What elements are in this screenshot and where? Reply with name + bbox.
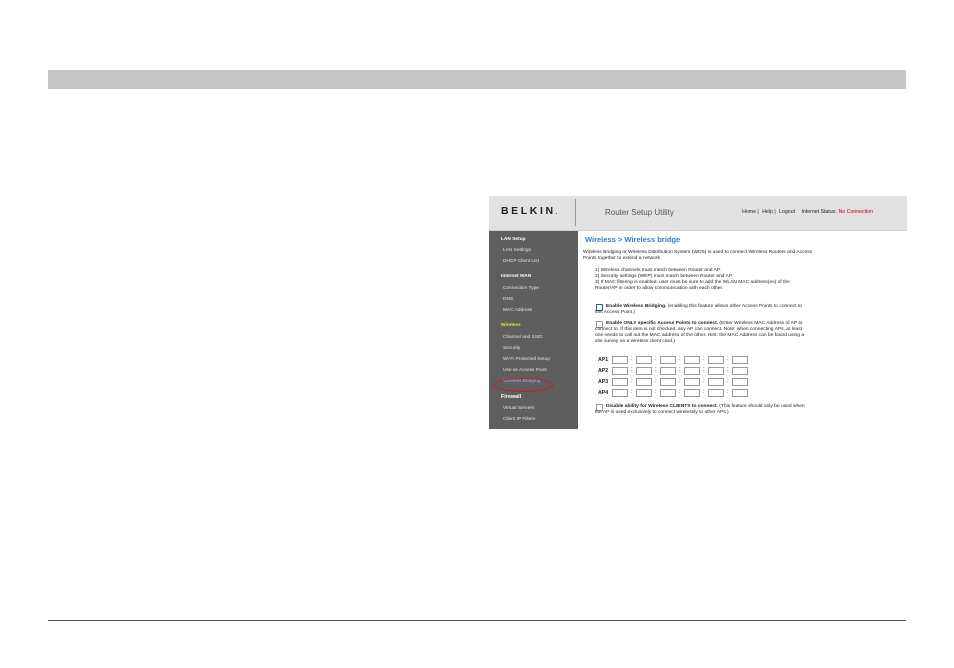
sidebar-item-client-ip-filters[interactable]: Client IP Filters [503, 417, 535, 422]
ap-mac-octet-input[interactable] [612, 389, 628, 397]
ap-mac-octet-input[interactable] [708, 356, 724, 364]
home-link[interactable]: Home | [742, 209, 759, 215]
ap-mac-octet-input[interactable] [684, 356, 700, 364]
sidebar-item-virtual-servers[interactable]: Virtual Servers [503, 406, 534, 411]
ap-label: AP4 [598, 390, 609, 396]
ap-mac-separator: : [703, 378, 705, 384]
ap-mac-separator: : [631, 389, 633, 395]
ap-mac-octet-input[interactable] [636, 356, 652, 364]
sidebar-heading-lan-setup: LAN Setup [501, 237, 526, 242]
sidebar-item-dhcp-client-list[interactable]: DHCP Client List [503, 259, 539, 264]
sidebar-item-use-as-ap[interactable]: Use as Access Point [503, 368, 547, 373]
ap-mac-separator: : [655, 367, 657, 373]
ap-mac-octet-input[interactable] [732, 378, 748, 386]
sidebar: LAN Setup LAN Settings DHCP Client List … [489, 231, 578, 429]
ap-mac-octet-input[interactable] [708, 367, 724, 375]
ap-mac-octet-input[interactable] [732, 356, 748, 364]
sidebar-item-lan-settings[interactable]: LAN Settings [503, 248, 531, 253]
ap-mac-octet-input[interactable] [732, 367, 748, 375]
app-title: Router Setup Utility [605, 208, 674, 217]
enable-bridging-label: Enable Wireless Bridging. (enabling this… [606, 304, 802, 309]
ap-mac-octet-input[interactable] [660, 356, 676, 364]
enable-bridging-line2: this Access Point.) [595, 310, 635, 315]
ap-mac-octet-input[interactable] [612, 356, 628, 364]
ap-mac-octet-input[interactable] [660, 378, 676, 386]
belkin-logo: BELKIN. [501, 205, 558, 217]
ap-mac-octet-input[interactable] [612, 367, 628, 375]
ap-mac-octet-input[interactable] [612, 378, 628, 386]
ap-mac-octet-input[interactable] [636, 389, 652, 397]
ap-mac-separator: : [631, 356, 633, 362]
router-setup-screenshot: BELKIN. Router Setup Utility Home | Help… [489, 196, 907, 429]
sidebar-heading-firewall: Firewall [501, 394, 522, 400]
logo-divider [575, 199, 576, 226]
help-link[interactable]: Help | [762, 209, 775, 215]
intro-line-2: Points together to extend a network. [583, 256, 662, 261]
internet-status-label: Internet Status: [801, 209, 837, 215]
ap-mac-octet-input[interactable] [684, 378, 700, 386]
ap-label: AP3 [598, 379, 609, 385]
ap-mac-octet-input[interactable] [684, 367, 700, 375]
ap-mac-octet-input[interactable] [660, 367, 676, 375]
ap-mac-octet-input[interactable] [708, 378, 724, 386]
sidebar-item-connection-type[interactable]: Connection Type [503, 286, 539, 291]
ap-mac-octet-input[interactable] [732, 389, 748, 397]
ap-mac-separator: : [655, 389, 657, 395]
ap-mac-separator: : [679, 378, 681, 384]
ap-mac-octet-input[interactable] [660, 389, 676, 397]
ap-mac-separator: : [703, 389, 705, 395]
rule-3b: Router/AP in order to allow communicatio… [595, 286, 724, 291]
ap-mac-separator: : [703, 356, 705, 362]
sidebar-item-security[interactable]: Security [503, 346, 520, 351]
sidebar-item-dns[interactable]: DNS [503, 297, 513, 302]
sidebar-heading-wireless: Wireless [501, 323, 521, 328]
top-band [48, 70, 906, 89]
ap-mac-separator: : [631, 367, 633, 373]
ap-mac-separator: : [727, 356, 729, 362]
ap-mac-octet-input[interactable] [684, 389, 700, 397]
header-links: Home | Help | Logout Internet Status: No … [742, 209, 875, 215]
disable-clients-line2: the AP is used exclusively to connect wi… [595, 410, 729, 415]
ap-mac-separator: : [727, 389, 729, 395]
sidebar-item-wps[interactable]: Wi-Fi Protected Setup [503, 357, 550, 362]
sidebar-item-mac-address[interactable]: MAC Address [503, 308, 532, 313]
ap-mac-separator: : [679, 389, 681, 395]
ap-mac-separator: : [631, 378, 633, 384]
ap-mac-separator: : [679, 356, 681, 362]
internet-status-value: No Connection [838, 209, 873, 215]
bottom-rule [48, 620, 906, 621]
page-title: Wireless > Wireless bridge [585, 235, 681, 244]
ap-mac-separator: : [679, 367, 681, 373]
sidebar-item-channel-ssid[interactable]: Channel and SSID [503, 335, 543, 340]
ap-mac-separator: : [655, 356, 657, 362]
router-header: BELKIN. Router Setup Utility Home | Help… [489, 196, 907, 231]
only-specific-line4: site survey on a wireless client card.) [595, 339, 675, 344]
ap-mac-octet-input[interactable] [636, 378, 652, 386]
logout-link[interactable]: Logout [779, 209, 795, 215]
highlight-circle [494, 378, 553, 392]
ap-mac-separator: : [655, 378, 657, 384]
ap-mac-octet-input[interactable] [708, 389, 724, 397]
ap-label: AP2 [598, 368, 609, 374]
content-panel: Wireless > Wireless bridge Wireless Brid… [583, 231, 903, 429]
sidebar-heading-internet-wan: Internet WAN [501, 274, 532, 279]
ap-label: AP1 [598, 357, 609, 363]
ap-mac-separator: : [727, 378, 729, 384]
ap-mac-separator: : [727, 367, 729, 373]
ap-mac-octet-input[interactable] [636, 367, 652, 375]
ap-mac-separator: : [703, 367, 705, 373]
